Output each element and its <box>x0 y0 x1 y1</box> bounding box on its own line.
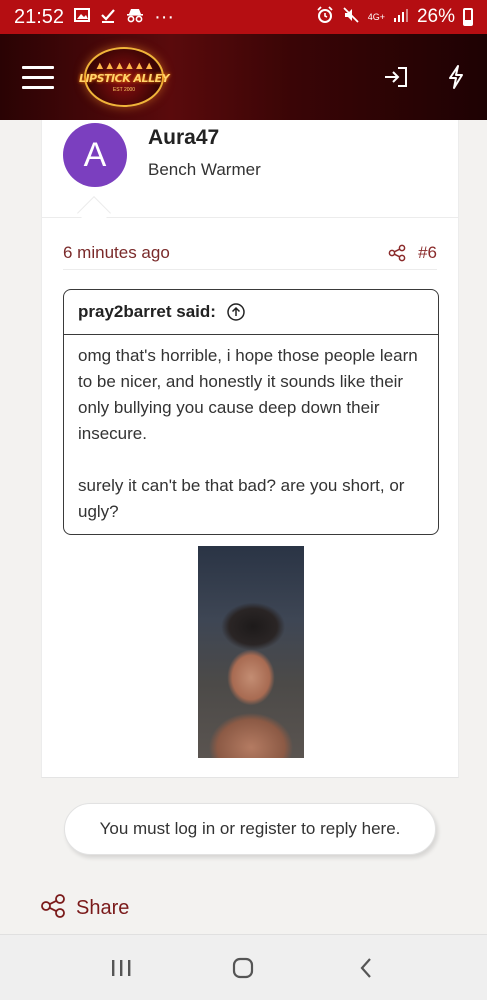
share-icon[interactable] <box>388 244 406 262</box>
share-button[interactable]: Share <box>40 892 129 924</box>
post-number[interactable]: #6 <box>418 243 437 263</box>
login-to-reply-button[interactable]: You must log in or register to reply her… <box>64 803 436 855</box>
quote-header: pray2barret said: <box>64 290 438 335</box>
app-header: ▲▲▲▲▲▲ LIPSTICK ALLEY EST 2000 <box>0 34 487 120</box>
header-actions <box>383 64 465 90</box>
back-icon[interactable] <box>341 948 391 988</box>
post-card: A Aura47 Bench Warmer 6 minutes ago #6 p… <box>41 120 459 778</box>
recent-apps-icon[interactable] <box>96 948 146 988</box>
jump-to-quote-icon[interactable] <box>226 302 246 322</box>
android-nav-bar <box>0 934 487 1000</box>
quote-block: pray2barret said: omg that's horrible, i… <box>63 289 439 535</box>
post-meta-actions: #6 <box>388 243 437 263</box>
home-icon[interactable] <box>218 948 268 988</box>
network-type: 4G+ <box>367 11 385 22</box>
quote-body: omg that's horrible, i hope those people… <box>64 335 438 533</box>
quote-paragraph: surely it can't be that bad? are you sho… <box>78 476 405 521</box>
post-author-block: A Aura47 Bench Warmer <box>42 120 458 218</box>
username[interactable]: Aura47 <box>148 126 219 150</box>
image-notification-icon <box>74 8 91 26</box>
login-icon[interactable] <box>383 66 409 88</box>
status-time: 21:52 <box>14 5 65 28</box>
share-label: Share <box>76 896 130 919</box>
post-meta: 6 minutes ago #6 <box>63 236 437 270</box>
menu-icon[interactable] <box>22 65 54 89</box>
alarm-icon <box>316 6 334 28</box>
post-image[interactable] <box>198 546 304 758</box>
quote-paragraph: omg that's horrible, i hope those people… <box>78 346 418 443</box>
status-right: 4G+ 26% <box>316 6 473 28</box>
quote-author[interactable]: pray2barret said: <box>78 302 216 322</box>
status-left: 21:52 ··· <box>14 6 174 29</box>
share-icon <box>40 893 66 924</box>
logo-flames: ▲▲▲▲▲▲ <box>94 60 154 72</box>
more-notifications-icon: ··· <box>154 5 175 28</box>
site-logo[interactable]: ▲▲▲▲▲▲ LIPSTICK ALLEY EST 2000 <box>79 47 170 107</box>
download-done-icon <box>100 7 116 27</box>
user-title: Bench Warmer <box>148 160 261 179</box>
post-time[interactable]: 6 minutes ago <box>63 243 170 263</box>
avatar[interactable]: A <box>63 123 127 187</box>
mute-icon <box>342 6 360 28</box>
lightning-icon[interactable] <box>447 64 465 90</box>
battery-percent: 26% <box>416 6 455 27</box>
status-bar: 21:52 ··· 4G+ 26% <box>0 0 487 34</box>
battery-icon <box>463 8 473 26</box>
logo-text: LIPSTICK ALLEY <box>78 72 170 85</box>
incognito-icon <box>126 7 144 27</box>
signal-icon <box>393 7 409 27</box>
logo-est: EST 2000 <box>112 87 136 93</box>
